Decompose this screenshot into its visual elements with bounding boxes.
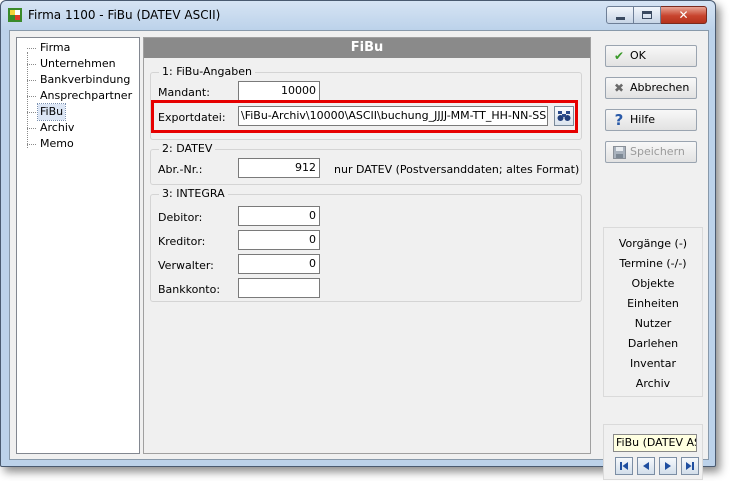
link-einheiten[interactable]: Einheiten (604, 297, 702, 310)
window-title: Firma 1100 - FiBu (DATEV ASCII) (28, 8, 221, 22)
abrnr-label: Abr.-Nr.: (158, 163, 203, 176)
tree-item-label: Memo (40, 137, 74, 150)
datev-note: nur DATEV (Postversanddaten; altes Forma… (334, 163, 580, 176)
current-record-label: FiBu (DATEV ASCII) (613, 434, 697, 452)
save-button[interactable]: Speichern (605, 141, 697, 163)
bankkonto-label: Bankkonto: (158, 283, 221, 296)
help-button[interactable]: ? Hilfe (605, 109, 697, 131)
minimize-icon (615, 16, 625, 20)
link-objekte[interactable]: Objekte (604, 277, 702, 290)
link-archiv[interactable]: Archiv (604, 377, 702, 390)
abrnr-field[interactable]: 912 (238, 158, 320, 178)
maximize-icon (642, 11, 652, 19)
kreditor-field[interactable]: 0 (238, 230, 320, 250)
tree-item-label: FiBu (36, 103, 67, 121)
tree-item-label: Unternehmen (40, 57, 116, 70)
first-record-button[interactable] (615, 457, 633, 475)
previous-record-button[interactable] (637, 457, 655, 475)
cancel-label: Abbrechen (630, 81, 690, 94)
ok-label: OK (630, 49, 646, 62)
link-termine[interactable]: Termine (-/-) (604, 257, 702, 270)
close-icon: ✕ (678, 8, 689, 22)
next-icon (665, 462, 671, 470)
bankkonto-field[interactable] (238, 278, 320, 298)
tree-item-label: Archiv (40, 121, 75, 134)
debitor-field[interactable]: 0 (238, 206, 320, 226)
kreditor-label: Kreditor: (158, 235, 206, 248)
panel-header: FiBu (144, 38, 590, 58)
group-title: 2: DATEV (159, 142, 216, 155)
tree-item-label: Ansprechpartner (40, 89, 133, 102)
maximize-button[interactable] (634, 6, 661, 24)
group-title: 1: FiBu-Angaben (159, 65, 255, 78)
checkmark-icon: ✔ (613, 49, 625, 63)
link-darlehen[interactable]: Darlehen (604, 337, 702, 350)
save-label: Speichern (630, 145, 685, 158)
link-inventar[interactable]: Inventar (604, 357, 702, 370)
navigation-tree[interactable]: Firma Unternehmen Bankverbindung Ansprec… (16, 37, 140, 454)
debitor-label: Debitor: (158, 211, 203, 224)
title-bar[interactable]: Firma 1100 - FiBu (DATEV ASCII) ✕ (1, 1, 715, 30)
tree-item-label: Firma (40, 41, 71, 54)
next-record-button[interactable] (659, 457, 677, 475)
close-button[interactable]: ✕ (661, 6, 707, 24)
verwalter-label: Verwalter: (158, 259, 214, 272)
exportdatei-field[interactable]: \FiBu-Archiv\10000\ASCII\buchung_JJJJ-MM… (238, 106, 548, 126)
save-disk-icon (612, 145, 626, 159)
cancel-x-icon: ✖ (613, 81, 625, 95)
help-icon: ? (614, 111, 624, 129)
last-record-button[interactable] (681, 457, 699, 475)
cancel-button[interactable]: ✖ Abbrechen (605, 77, 697, 99)
mandant-field[interactable]: 10000 (238, 81, 320, 101)
group-title: 3: INTEGRA (159, 187, 228, 200)
record-navigator: FiBu (DATEV ASCII) (603, 424, 703, 480)
mandant-label: Mandant: (158, 86, 210, 99)
first-icon (620, 462, 628, 470)
app-icon (8, 8, 22, 22)
previous-icon (643, 462, 649, 470)
link-nutzer[interactable]: Nutzer (604, 317, 702, 330)
minimize-button[interactable] (606, 6, 634, 24)
help-label: Hilfe (630, 113, 656, 126)
fibu-panel: FiBu 1: FiBu-Angaben Mandant: 10000 Expo… (143, 37, 591, 454)
link-vorgaenge[interactable]: Vorgänge (-) (604, 237, 702, 250)
verwalter-field[interactable]: 0 (238, 254, 320, 274)
main-window: Firma 1100 - FiBu (DATEV ASCII) ✕ Firma … (0, 0, 716, 480)
exportdatei-label: Exportdatei: (158, 111, 226, 124)
ok-button[interactable]: ✔ OK (605, 45, 697, 67)
browse-button[interactable] (554, 106, 574, 126)
dialog-client-area: Firma Unternehmen Bankverbindung Ansprec… (9, 30, 709, 480)
tree-item-label: Bankverbindung (40, 73, 131, 86)
last-icon (686, 462, 694, 470)
binoculars-icon (557, 111, 571, 121)
related-links-panel: Vorgänge (-) Termine (-/-) Objekte Einhe… (603, 227, 703, 397)
